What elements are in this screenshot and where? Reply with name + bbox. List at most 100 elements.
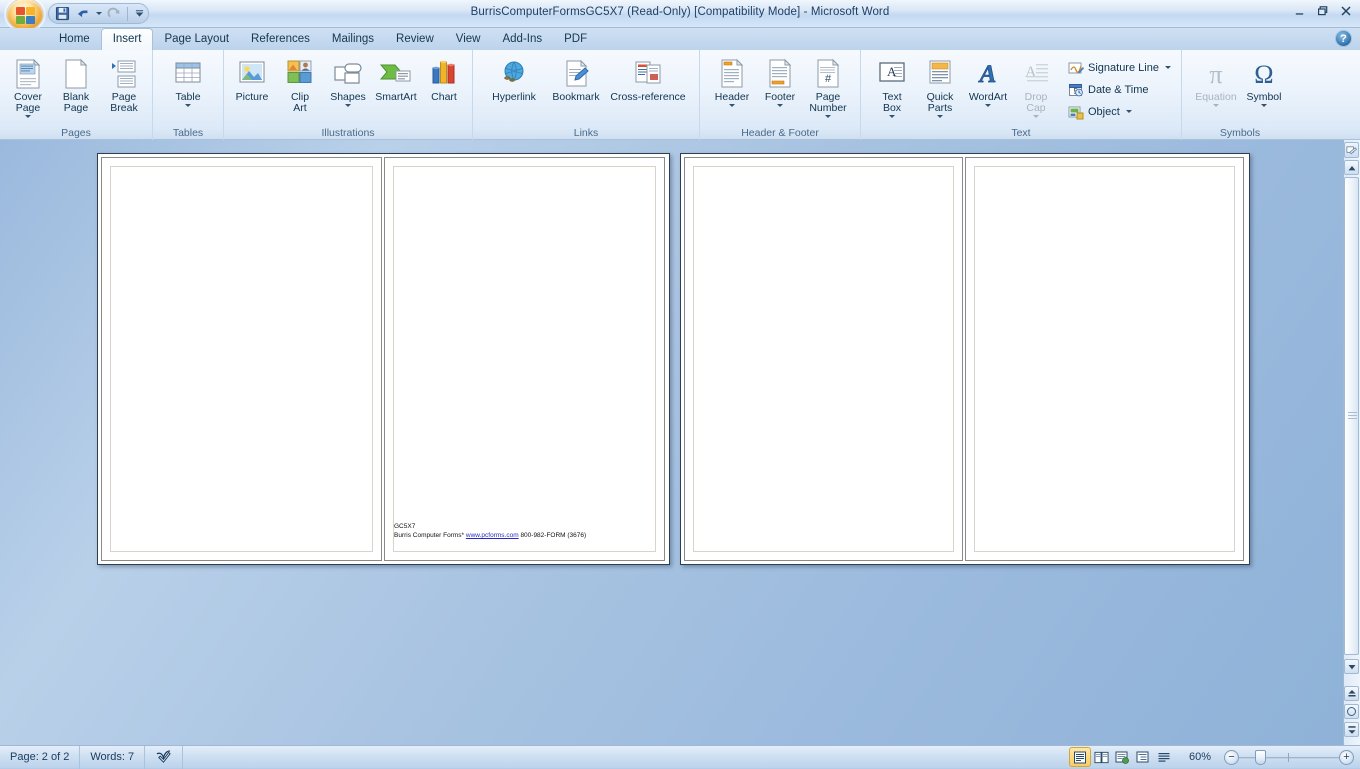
ribbon-tab-review[interactable]: Review	[385, 28, 445, 50]
chevron-down-icon	[185, 104, 191, 107]
status-proofing-button[interactable]	[145, 746, 183, 769]
ribbon-tab-mailings[interactable]: Mailings	[321, 28, 385, 50]
chevron-down-icon	[1033, 115, 1039, 118]
ribbon-tab-page-layout[interactable]: Page Layout	[153, 28, 240, 50]
page-margin-guide	[974, 166, 1235, 552]
signature-line-button[interactable]: Signature Line	[1064, 57, 1175, 78]
drop-cap-button[interactable]: A Drop Cap	[1012, 55, 1060, 118]
status-page-indicator[interactable]: Page: 2 of 2	[0, 746, 80, 769]
bookmark-label: Bookmark	[552, 92, 599, 103]
date-time-button[interactable]: 5 Date & Time	[1064, 79, 1175, 100]
page-spread-left[interactable]: GC5X7 Burris Computer Forms* www.pcforms…	[97, 153, 670, 565]
chevron-down-icon	[1348, 664, 1356, 670]
ribbon-tab-view[interactable]: View	[445, 28, 492, 50]
full-screen-reading-view-button[interactable]	[1091, 748, 1111, 766]
document-page-3[interactable]	[684, 157, 963, 561]
ribbon-group-symbols: π Equation Ω Symbol Symbols	[1181, 50, 1298, 140]
zoom-slider-thumb[interactable]	[1255, 750, 1266, 765]
zoom-track-line	[1239, 757, 1339, 759]
zoom-level-label[interactable]: 60%	[1182, 751, 1218, 763]
zoom-slider-track[interactable]	[1239, 750, 1339, 765]
object-button[interactable]: Object	[1064, 101, 1175, 122]
outline-view-button[interactable]	[1133, 748, 1153, 766]
hyperlink-icon	[499, 57, 529, 91]
cross-reference-button[interactable]: Cross-reference	[607, 55, 689, 103]
footer-form-code: GC5X7	[394, 522, 586, 531]
smartart-button[interactable]: SmartArt	[372, 55, 420, 103]
ribbon-tab-pdf[interactable]: PDF	[553, 28, 598, 50]
cover-page-button[interactable]: Cover Page	[4, 55, 52, 118]
header-label: Header	[715, 92, 749, 103]
chart-button[interactable]: Chart	[420, 55, 468, 103]
clip-art-label: Clip Art	[291, 92, 309, 114]
smartart-label: SmartArt	[375, 92, 416, 103]
minimize-icon	[1294, 6, 1305, 17]
date-time-label: Date & Time	[1088, 84, 1149, 96]
text-box-button[interactable]: A Text Box	[868, 55, 916, 118]
clip-art-button[interactable]: Clip Art	[276, 55, 324, 114]
ribbon-tab-insert[interactable]: Insert	[101, 28, 154, 50]
web-layout-view-button[interactable]	[1112, 748, 1132, 766]
page-number-button[interactable]: # Page Number	[804, 55, 852, 118]
document-page-4[interactable]	[965, 157, 1244, 561]
restore-button[interactable]	[1312, 2, 1333, 20]
shapes-button[interactable]: Shapes	[324, 55, 372, 107]
wordart-label: WordArt	[969, 92, 1007, 103]
select-browse-object-button[interactable]	[1344, 142, 1359, 158]
vertical-scrollbar[interactable]	[1343, 140, 1360, 745]
print-layout-icon	[1073, 751, 1087, 764]
ribbon-group-illustrations: Picture Clip Art	[223, 50, 472, 140]
page-spread-right[interactable]	[680, 153, 1250, 565]
table-button[interactable]: Table	[164, 55, 212, 107]
ribbon-tab-references[interactable]: References	[240, 28, 321, 50]
footer-button[interactable]: Footer	[756, 55, 804, 107]
chart-icon	[429, 57, 459, 91]
quick-parts-button[interactable]: Quick Parts	[916, 55, 964, 118]
zoom-track-midpoint	[1288, 753, 1289, 762]
spelling-check-icon	[155, 750, 172, 765]
blank-page-button[interactable]: Blank Page	[52, 55, 100, 114]
status-word-count[interactable]: Words: 7	[80, 746, 145, 769]
hyperlink-button[interactable]: Hyperlink	[483, 55, 545, 103]
document-page-2[interactable]: GC5X7 Burris Computer Forms* www.pcforms…	[384, 157, 665, 561]
zoom-out-button[interactable]: −	[1224, 750, 1239, 765]
scroll-down-button[interactable]	[1344, 659, 1359, 674]
shapes-icon	[332, 57, 364, 91]
date-time-icon: 5	[1068, 82, 1084, 98]
page-number-label: Page Number	[809, 92, 846, 114]
print-layout-view-button[interactable]	[1070, 748, 1090, 766]
draft-icon	[1157, 751, 1171, 764]
help-button[interactable]: ?	[1335, 30, 1352, 47]
chevron-up-icon	[1348, 165, 1356, 171]
previous-page-button[interactable]	[1344, 686, 1359, 701]
document-canvas[interactable]: GC5X7 Burris Computer Forms* www.pcforms…	[0, 140, 1343, 745]
page-number-icon: #	[814, 57, 842, 91]
ribbon-tab-add-ins[interactable]: Add-Ins	[491, 28, 553, 50]
ribbon-group-tables: Table Tables	[152, 50, 223, 140]
header-button[interactable]: Header	[708, 55, 756, 107]
bookmark-button[interactable]: Bookmark	[545, 55, 607, 103]
scroll-up-button[interactable]	[1344, 160, 1359, 175]
ribbon-group-label-links: Links	[473, 127, 699, 139]
picture-button[interactable]: Picture	[228, 55, 276, 103]
wordart-button[interactable]: A WordArt	[964, 55, 1012, 107]
minimize-button[interactable]	[1289, 2, 1310, 20]
page-break-button[interactable]: Page Break	[100, 55, 148, 114]
close-button[interactable]	[1335, 2, 1356, 20]
zoom-in-button[interactable]: +	[1339, 750, 1354, 765]
draft-view-button[interactable]	[1154, 748, 1174, 766]
equation-button[interactable]: π Equation	[1192, 55, 1240, 107]
zoom-slider[interactable]: − +	[1218, 750, 1360, 765]
document-page-1[interactable]	[101, 157, 382, 561]
ribbon-group-header-footer: Header Footer	[699, 50, 860, 140]
symbol-button[interactable]: Ω Symbol	[1240, 55, 1288, 107]
object-icon	[1068, 104, 1084, 120]
ribbon-tab-home[interactable]: Home	[48, 28, 101, 50]
browse-object-selector-button[interactable]	[1344, 704, 1359, 719]
footer-website-link[interactable]: www.pcforms.com	[466, 532, 519, 539]
scrollbar-thumb[interactable]	[1344, 177, 1359, 655]
chevron-down-icon	[889, 115, 895, 118]
ribbon-group-text: A Text Box Quick Parts	[860, 50, 1181, 140]
ribbon-group-label-tables: Tables	[153, 127, 223, 139]
next-page-button[interactable]	[1344, 722, 1359, 737]
